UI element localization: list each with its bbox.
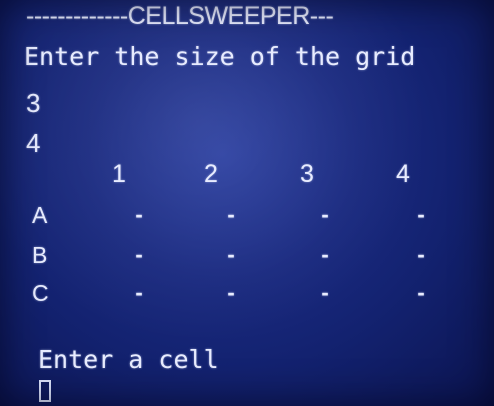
column-header: 2 — [204, 160, 218, 188]
grid-cell: - — [321, 242, 329, 267]
column-header: 3 — [300, 160, 314, 188]
game-grid: 1 2 3 4 A - - - - B - - - - C - - - - — [28, 160, 448, 310]
text-cursor[interactable] — [39, 380, 51, 402]
row-label: C — [32, 280, 49, 306]
column-header: 4 — [396, 160, 410, 188]
grid-cell: - — [417, 202, 425, 227]
grid-cell: - — [135, 202, 143, 227]
column-header: 1 — [112, 160, 126, 188]
grid-size-prompt: Enter the size of the grid — [24, 42, 416, 71]
rows-input-value: 3 — [26, 88, 41, 118]
game-banner: -------------CELLSWEEPER--- — [26, 2, 334, 30]
grid-cell: - — [227, 202, 235, 227]
grid-cell: - — [321, 280, 329, 305]
grid-cell: - — [321, 202, 329, 227]
row-label: B — [32, 242, 48, 268]
row-label: A — [32, 202, 48, 228]
terminal-screen: -------------CELLSWEEPER--- Enter the si… — [0, 0, 494, 406]
cell-prompt: Enter a cell — [38, 345, 219, 374]
grid-cell: - — [417, 280, 425, 305]
grid-cell: - — [417, 242, 425, 267]
grid-cell: - — [135, 242, 143, 267]
grid-cell: - — [135, 280, 143, 305]
cols-input-value: 4 — [26, 128, 41, 158]
grid-cell: - — [227, 242, 235, 267]
grid-cell: - — [227, 280, 235, 305]
